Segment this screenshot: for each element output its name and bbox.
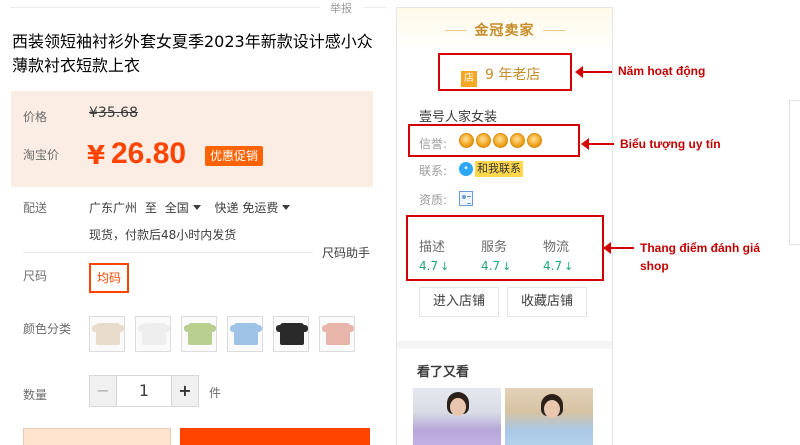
- product-page: 举报 西装领短袖衬衫外套女夏季2023年新款设计感小众薄款衬衣短款上衣 价格 ¥…: [0, 0, 800, 445]
- annotation-arrow: [575, 66, 612, 78]
- chevron-down-icon: [192, 205, 201, 210]
- chevron-down-icon: [282, 205, 291, 210]
- shirt-thumbnail: [276, 323, 308, 345]
- original-price: ¥35.68: [89, 105, 138, 121]
- buy-now-button[interactable]: [23, 428, 171, 445]
- color-swatch[interactable]: [135, 316, 171, 352]
- size-helper-link[interactable]: 尺码助手: [322, 244, 370, 261]
- shirt-thumbnail: [92, 323, 124, 345]
- color-swatch[interactable]: [89, 316, 125, 352]
- ship-region-select[interactable]: 全国: [165, 201, 211, 215]
- chat-icon: •: [459, 162, 473, 176]
- ship-region: 全国: [164, 201, 189, 215]
- shop-level-title: 金冠卖家: [474, 23, 535, 39]
- top-divider-right: [364, 7, 386, 8]
- ship-method: 快递 免运费: [214, 201, 279, 215]
- annotation-box-years: [438, 53, 572, 91]
- annotation-rating-line2: shop: [640, 259, 669, 273]
- section-divider: [23, 252, 313, 253]
- favorite-shop-button[interactable]: 收藏店铺: [507, 287, 587, 317]
- size-label: 尺码: [23, 269, 48, 283]
- shipping-label: 配送: [23, 201, 48, 215]
- color-swatch[interactable]: [227, 316, 263, 352]
- top-divider: [10, 7, 320, 8]
- section-separator: [397, 341, 612, 349]
- side-panel-edge: [789, 100, 800, 245]
- annotation-reputation: Biểu tượng uy tín: [620, 137, 721, 151]
- promo-badge[interactable]: 优惠促销: [205, 146, 264, 166]
- annotation-box-reputation: [408, 124, 580, 157]
- header-ornament-right: [543, 30, 565, 31]
- quantity-label: 数量: [23, 388, 48, 402]
- enter-shop-button[interactable]: 进入店铺: [419, 287, 499, 317]
- model-face: [544, 400, 560, 418]
- shirt-thumbnail: [184, 323, 216, 345]
- shirt-thumbnail: [322, 323, 354, 345]
- color-label: 颜色分类: [23, 322, 72, 336]
- sale-price: 26.80: [111, 137, 187, 170]
- quantity-stepper: − 1 +: [89, 375, 199, 407]
- price-panel: 价格 ¥35.68 淘宝价 ¥ 26.80 优惠促销: [11, 91, 373, 187]
- quantity-unit: 件: [209, 386, 222, 400]
- ship-method-select[interactable]: 快递 免运费: [215, 201, 301, 215]
- shipping-note: 现货，付款后48小时内发货: [89, 228, 237, 242]
- currency-symbol: ¥: [87, 141, 106, 171]
- model-face: [450, 398, 466, 416]
- ship-to-word: 至: [144, 201, 157, 215]
- license-icon[interactable]: [459, 191, 473, 206]
- report-link[interactable]: 举报: [330, 0, 352, 16]
- contact-button[interactable]: • 和我联系: [459, 161, 523, 177]
- shop-header: 金冠卖家: [397, 8, 612, 52]
- color-swatch[interactable]: [319, 316, 355, 352]
- quantity-plus-button[interactable]: +: [171, 375, 199, 407]
- product-title: 西装领短袖衬衫外套女夏季2023年新款设计感小众薄款衬衣短款上衣: [12, 32, 373, 75]
- quantity-minus-button[interactable]: −: [89, 375, 117, 407]
- ship-from: 广东广州: [89, 201, 138, 215]
- also-viewed-title: 看了又看: [417, 365, 470, 380]
- shop-name[interactable]: 壹号人家女装: [419, 106, 497, 125]
- annotation-arrow: [603, 242, 634, 254]
- shirt-thumbnail: [138, 323, 170, 345]
- recommended-product-image[interactable]: [413, 388, 501, 445]
- shirt-thumbnail: [230, 323, 262, 345]
- shipping-info: 广东广州 至 全国 快递 免运费: [89, 199, 300, 216]
- annotation-arrow: [581, 138, 614, 150]
- add-to-cart-button[interactable]: [180, 428, 370, 445]
- color-swatches: [89, 316, 355, 352]
- taobao-price-label: 淘宝价: [23, 148, 60, 162]
- recommended-product-image[interactable]: [505, 388, 593, 445]
- contact-label: 联系:: [419, 164, 448, 178]
- contact-button-label: 和我联系: [475, 161, 523, 177]
- price-label: 价格: [23, 110, 48, 124]
- color-swatch[interactable]: [181, 316, 217, 352]
- quantity-input[interactable]: 1: [117, 375, 171, 407]
- annotation-rating-line1: Thang điểm đánh giá: [640, 241, 761, 255]
- qualification-label: 资质:: [419, 193, 448, 207]
- annotation-years: Năm hoạt động: [618, 64, 706, 78]
- color-swatch[interactable]: [273, 316, 309, 352]
- size-option-selected[interactable]: 均码: [89, 263, 129, 293]
- annotation-box-rating: [406, 215, 604, 281]
